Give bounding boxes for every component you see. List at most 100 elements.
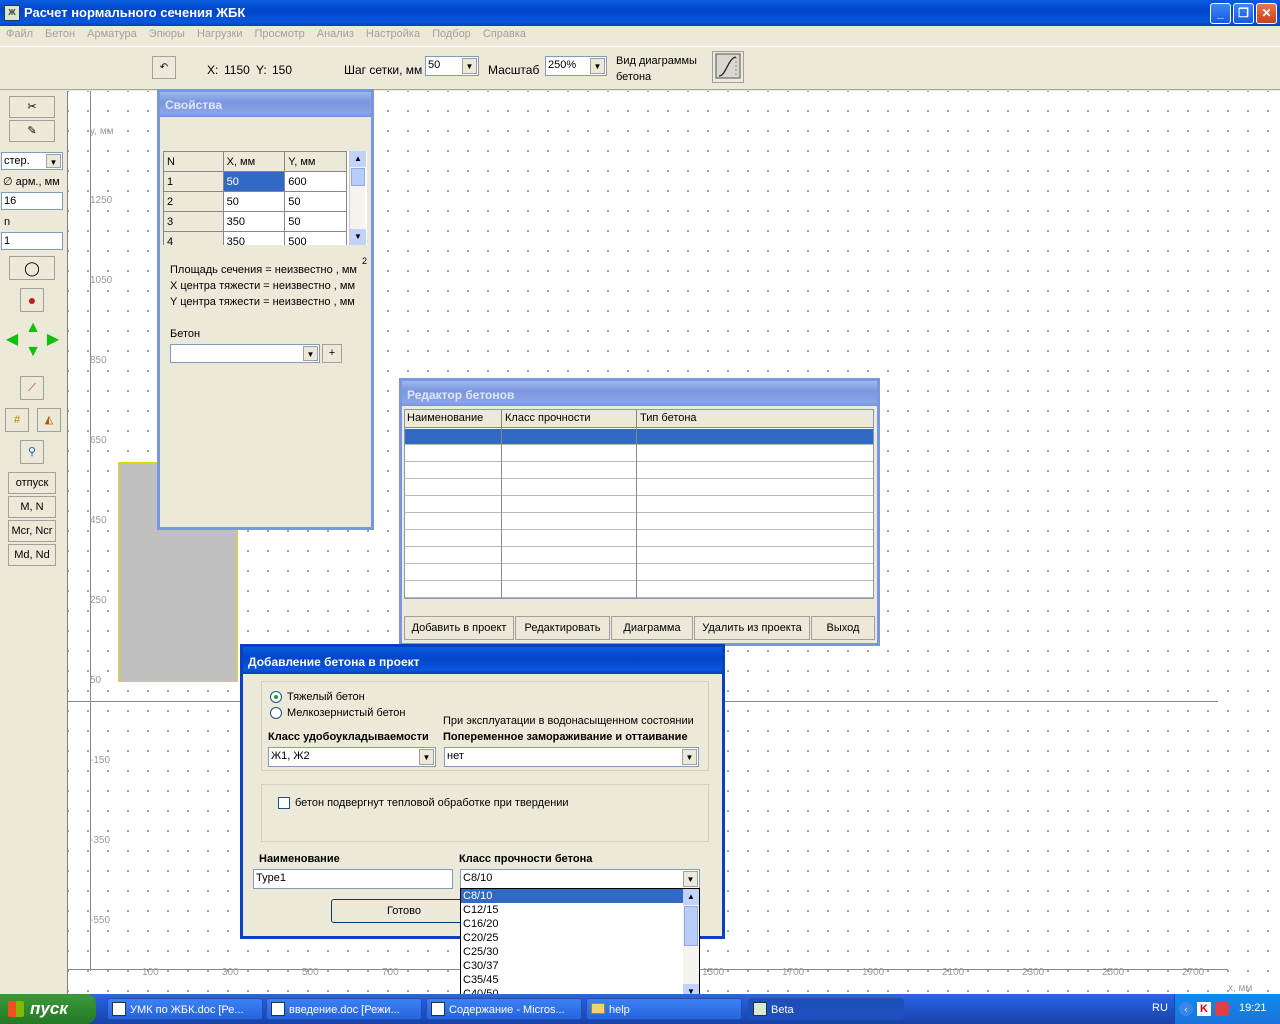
taskbar-item-umk[interactable]: УМК по ЖБК.doc [Ре...: [107, 998, 263, 1020]
list-item[interactable]: C35/45: [461, 973, 699, 987]
diameter-input[interactable]: 16: [1, 192, 63, 210]
taskbar-item-beta[interactable]: Beta: [748, 998, 904, 1020]
md-nd-button[interactable]: Md, Nd: [8, 544, 56, 566]
table-row[interactable]: 2 50 50: [163, 191, 347, 212]
dropdown-scrollbar[interactable]: ▲ ▼: [683, 889, 699, 1000]
n-input[interactable]: 1: [1, 232, 63, 250]
cell-y[interactable]: 600: [284, 171, 347, 192]
diagram-type-button[interactable]: [712, 51, 744, 83]
grid-toggle-icon[interactable]: #: [5, 408, 29, 432]
taskbar-item-intro[interactable]: введение.doc [Режи...: [266, 998, 422, 1020]
list-item[interactable]: C8/10: [461, 889, 683, 903]
radio-fine-label[interactable]: Мелкозернистый бетон: [287, 707, 405, 719]
cell-y[interactable]: 500: [284, 231, 347, 245]
list-row-selected[interactable]: [405, 429, 873, 444]
col-class[interactable]: Класс прочности: [505, 412, 591, 424]
points-grid[interactable]: N X, мм Y, мм 1 50 600 2 50 50 3 350 50 …: [163, 151, 367, 245]
menu-view[interactable]: Просмотр: [255, 28, 305, 40]
scroll-up-icon[interactable]: ▲: [350, 151, 366, 167]
chevron-down-icon[interactable]: ▼: [419, 749, 434, 765]
cell-x[interactable]: 350: [222, 231, 286, 245]
grid-scrollbar[interactable]: ▲ ▼: [349, 151, 366, 245]
add-to-project-button[interactable]: Добавить в проект: [404, 616, 514, 640]
menu-analysis[interactable]: Анализ: [317, 28, 354, 40]
name-input[interactable]: Type1: [253, 869, 453, 889]
chevron-down-icon[interactable]: ▼: [46, 154, 61, 168]
diagram-button[interactable]: Диаграмма: [611, 616, 693, 640]
scroll-thumb[interactable]: [351, 168, 365, 186]
list-item[interactable]: C30/37: [461, 959, 699, 973]
cell-x[interactable]: 50: [222, 191, 286, 212]
antivirus-icon[interactable]: K: [1197, 1002, 1211, 1016]
menu-file[interactable]: Файл: [6, 28, 33, 40]
taskbar-item-contents[interactable]: Содержание - Micros...: [426, 998, 582, 1020]
remove-from-project-button[interactable]: Удалить из проекта: [694, 616, 810, 640]
table-row[interactable]: 3 350 50: [163, 211, 347, 232]
freeze-select[interactable]: нет ▼: [444, 747, 699, 767]
tray-arrow-icon[interactable]: ‹: [1179, 1002, 1193, 1016]
rebar-bullet-icon[interactable]: ●: [20, 288, 44, 312]
arrow-right-icon[interactable]: ▶: [43, 330, 63, 350]
menu-concrete[interactable]: Бетон: [45, 28, 75, 40]
cell-x[interactable]: 350: [222, 211, 286, 232]
pencil-icon[interactable]: ✎: [9, 120, 55, 142]
chevron-down-icon[interactable]: ▼: [683, 871, 698, 887]
class-select[interactable]: C8/10 ▼: [460, 869, 700, 889]
edit-button[interactable]: Редактировать: [515, 616, 610, 640]
arrow-left-icon[interactable]: ◀: [2, 330, 22, 350]
table-row[interactable]: 1 50 600: [163, 171, 347, 192]
arrow-down-icon[interactable]: ▼: [24, 343, 42, 361]
line-tool-icon[interactable]: ⟋: [20, 376, 44, 400]
workability-select[interactable]: Ж1, Ж2 ▼: [268, 747, 436, 767]
class-dropdown-list[interactable]: C8/10 C12/15 C16/20 C20/25 C25/30 C30/37…: [460, 888, 700, 1001]
concrete-select[interactable]: ▼: [170, 344, 320, 363]
col-x[interactable]: X, мм: [222, 151, 286, 172]
circle-tool-icon[interactable]: ◯: [9, 256, 55, 280]
chevron-down-icon[interactable]: ▼: [303, 346, 318, 361]
col-type[interactable]: Тип бетона: [640, 412, 697, 424]
minimize-button[interactable]: _: [1210, 3, 1231, 24]
radio-heavy[interactable]: [270, 691, 282, 703]
menu-diagrams[interactable]: Эпюры: [149, 28, 185, 40]
list-item[interactable]: C25/30: [461, 945, 699, 959]
menu-rebar[interactable]: Арматура: [87, 28, 137, 40]
grid-step-select[interactable]: 50 ▼: [425, 56, 479, 76]
language-indicator[interactable]: RU: [1152, 1002, 1168, 1014]
heat-treatment-checkbox[interactable]: [278, 797, 290, 809]
col-n[interactable]: N: [163, 151, 224, 172]
prestress-button[interactable]: отпуск: [8, 472, 56, 494]
mcr-ncr-button[interactable]: Mcr, Ncr: [8, 520, 56, 542]
chevron-down-icon[interactable]: ▼: [462, 58, 477, 74]
zoom-icon[interactable]: ⚲: [20, 440, 44, 464]
triangle-ruler-icon[interactable]: ◭: [37, 408, 61, 432]
exit-button[interactable]: Выход: [811, 616, 875, 640]
chevron-down-icon[interactable]: ▼: [590, 58, 605, 74]
table-row[interactable]: 4 350 500: [163, 231, 347, 245]
arrow-up-icon[interactable]: ▲: [24, 319, 42, 337]
tray-app-icon[interactable]: [1215, 1002, 1229, 1016]
list-item[interactable]: C16/20: [461, 917, 699, 931]
cell-y[interactable]: 50: [284, 191, 347, 212]
scale-select[interactable]: 250% ▼: [545, 56, 607, 76]
scroll-down-icon[interactable]: ▼: [350, 229, 366, 245]
col-y[interactable]: Y, мм: [284, 151, 347, 172]
start-button[interactable]: пуск: [0, 994, 96, 1024]
radio-heavy-label[interactable]: Тяжелый бетон: [287, 691, 365, 703]
add-concrete-button[interactable]: +: [322, 344, 342, 363]
cell-y[interactable]: 50: [284, 211, 347, 232]
rebar-type-select[interactable]: стер. ▼: [1, 152, 63, 170]
col-name[interactable]: Наименование: [407, 412, 483, 424]
radio-fine[interactable]: [270, 707, 282, 719]
mn-button[interactable]: M, N: [8, 496, 56, 518]
chevron-down-icon[interactable]: ▼: [682, 749, 697, 765]
scissors-icon[interactable]: ✂: [9, 96, 55, 118]
close-button[interactable]: ✕: [1256, 3, 1277, 24]
list-item[interactable]: C12/15: [461, 903, 699, 917]
menu-settings[interactable]: Настройка: [366, 28, 420, 40]
scroll-thumb[interactable]: [684, 906, 698, 946]
heat-treatment-label[interactable]: бетон подвергнут тепловой обработке при …: [295, 797, 569, 809]
menu-help[interactable]: Справка: [483, 28, 526, 40]
cell-x[interactable]: 50: [222, 171, 286, 192]
list-item[interactable]: C20/25: [461, 931, 699, 945]
menu-selection[interactable]: Подбор: [432, 28, 471, 40]
